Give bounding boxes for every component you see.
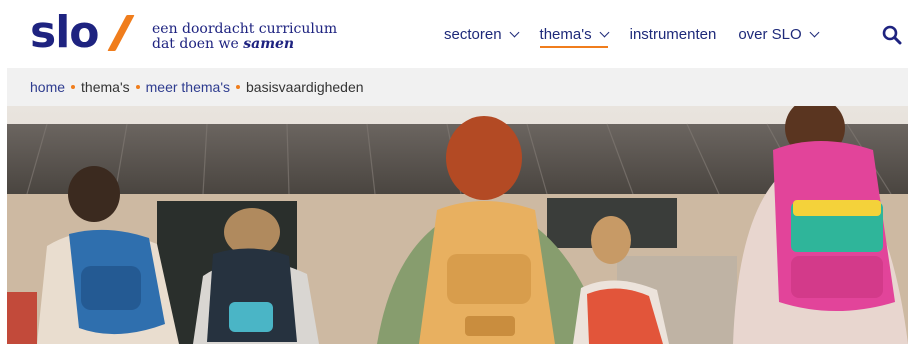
hero-image	[7, 106, 908, 344]
breadcrumb: home thema's meer thema's basisvaardighe…	[30, 79, 364, 95]
breadcrumb-themas: thema's	[81, 79, 130, 95]
logo-slash-icon	[105, 15, 133, 51]
nav-item-label: instrumenten	[629, 26, 717, 43]
chevron-down-icon	[599, 27, 610, 38]
breadcrumb-separator	[236, 85, 240, 89]
search-button[interactable]	[882, 25, 902, 45]
tagline-prefix: dat doen we	[152, 36, 244, 52]
breadcrumb-home[interactable]: home	[30, 79, 65, 95]
tagline: een doordacht curriculum dat doen we sam…	[152, 22, 337, 52]
nav-item-label: sectoren	[444, 26, 502, 43]
breadcrumb-separator	[135, 85, 140, 89]
breadcrumb-meer-themas[interactable]: meer thema's	[146, 79, 230, 95]
nav-item-label: thema's	[539, 26, 592, 43]
nav-item-themas[interactable]: thema's	[539, 26, 610, 48]
tagline-line-2: dat doen we samen	[152, 37, 337, 52]
site-header: slo een doordacht curriculum dat doen we…	[0, 0, 908, 68]
nav-item-sectoren[interactable]: sectoren	[444, 26, 519, 43]
main-nav: sectoren thema's instrumenten over SLO	[444, 26, 840, 48]
nav-item-over-slo[interactable]: over SLO	[738, 26, 820, 43]
breadcrumb-separator	[71, 85, 76, 89]
tagline-emphasis: samen	[243, 36, 295, 52]
breadcrumb-current: basisvaardigheden	[246, 79, 364, 95]
tagline-line-1: een doordacht curriculum	[152, 21, 338, 37]
chevron-down-icon	[809, 27, 820, 38]
slo-logo[interactable]: slo	[30, 8, 133, 58]
nav-item-instrumenten[interactable]: instrumenten	[630, 26, 717, 43]
search-icon	[882, 25, 902, 45]
breadcrumb-bar: home thema's meer thema's basisvaardighe…	[7, 68, 908, 106]
chevron-down-icon	[509, 27, 519, 38]
nav-item-label: over SLO	[738, 26, 802, 43]
logo-wordmark: slo	[30, 7, 99, 58]
hero-illustration	[7, 106, 908, 344]
